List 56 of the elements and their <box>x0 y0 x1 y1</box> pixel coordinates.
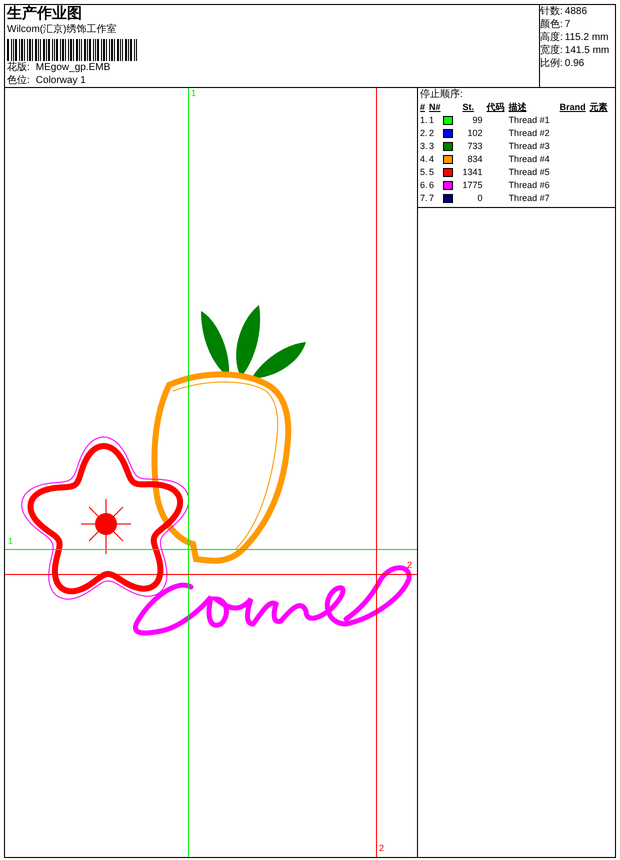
table-cell: 2 <box>429 128 434 138</box>
table-cell-text: 1. <box>420 114 429 127</box>
table-cell: 4 <box>429 154 434 164</box>
guide-marker-label: 1 <box>191 88 196 99</box>
table-cell-text: 5. <box>420 166 429 179</box>
table-cell: 5 <box>429 167 434 177</box>
stat-value: 115.2 mm <box>564 31 609 44</box>
field-value: Colorway 1 <box>36 74 86 87</box>
stat-value: 7 <box>564 18 570 31</box>
table-cell-text: 99 <box>472 114 484 127</box>
table-cell-text: 0 <box>476 192 484 205</box>
table-cell: Thread #5 <box>508 166 550 179</box>
stat-value: 4886 <box>564 5 588 18</box>
table-cell: 1 <box>429 115 434 125</box>
table-cell: Thread #7 <box>508 192 550 205</box>
table-cell-text: 733 <box>466 140 484 153</box>
stop-sequence-title: 停止顺序: <box>419 88 464 101</box>
table-cell: 3 <box>429 141 434 151</box>
stat-label: 比例: <box>540 57 563 70</box>
column-header: 代码 <box>486 101 509 114</box>
table-cell-text: 834 <box>466 153 484 166</box>
field-value: MEgow_gp.EMB <box>36 61 110 74</box>
guide-marker-label: 2 <box>407 560 412 571</box>
table-cell-text: 3. <box>420 140 429 153</box>
table-cell: Thread #2 <box>508 127 550 140</box>
column-header: # <box>420 101 430 114</box>
table-cell: 7 <box>429 193 434 203</box>
table-cell-text: 102 <box>466 127 484 140</box>
field-label: 花版: <box>7 61 30 74</box>
table-cell-text: 2. <box>420 127 429 140</box>
table-cell-text: 4. <box>420 153 429 166</box>
table-cell: Thread #3 <box>508 140 550 153</box>
stat-label: 针数: <box>540 5 563 18</box>
table-cell: Thread #4 <box>508 153 550 166</box>
column-header: N# <box>429 101 463 114</box>
table-cell-text: 1775 <box>462 179 484 192</box>
column-header: 元素 <box>590 101 609 114</box>
stat-label: 颜色: <box>540 18 563 31</box>
guide-marker-label: 2 <box>379 843 384 854</box>
guide-marker-label: 1 <box>8 536 14 547</box>
column-header: St. <box>462 101 487 114</box>
table-cell-text: 6. <box>420 179 429 192</box>
stat-value: 0.96 <box>564 57 584 70</box>
table-cell: 6 <box>429 180 434 190</box>
stat-value: 141.5 mm <box>564 44 610 57</box>
column-header: 描述 <box>508 101 528 114</box>
table-cell: Thread #6 <box>508 179 550 192</box>
stat-label: 宽度: <box>540 44 563 57</box>
field-label: 色位: <box>7 74 30 87</box>
sheet-title: 生产作业图 <box>7 5 83 23</box>
table-cell-text: 7. <box>420 192 429 205</box>
stat-label: 高度: <box>540 31 563 44</box>
company-name: Wilcom(汇京)绣饰工作室 <box>7 23 118 37</box>
table-cell-text: 1341 <box>462 166 484 179</box>
column-header: Brand <box>550 101 590 114</box>
table-cell: Thread #1 <box>508 114 550 127</box>
